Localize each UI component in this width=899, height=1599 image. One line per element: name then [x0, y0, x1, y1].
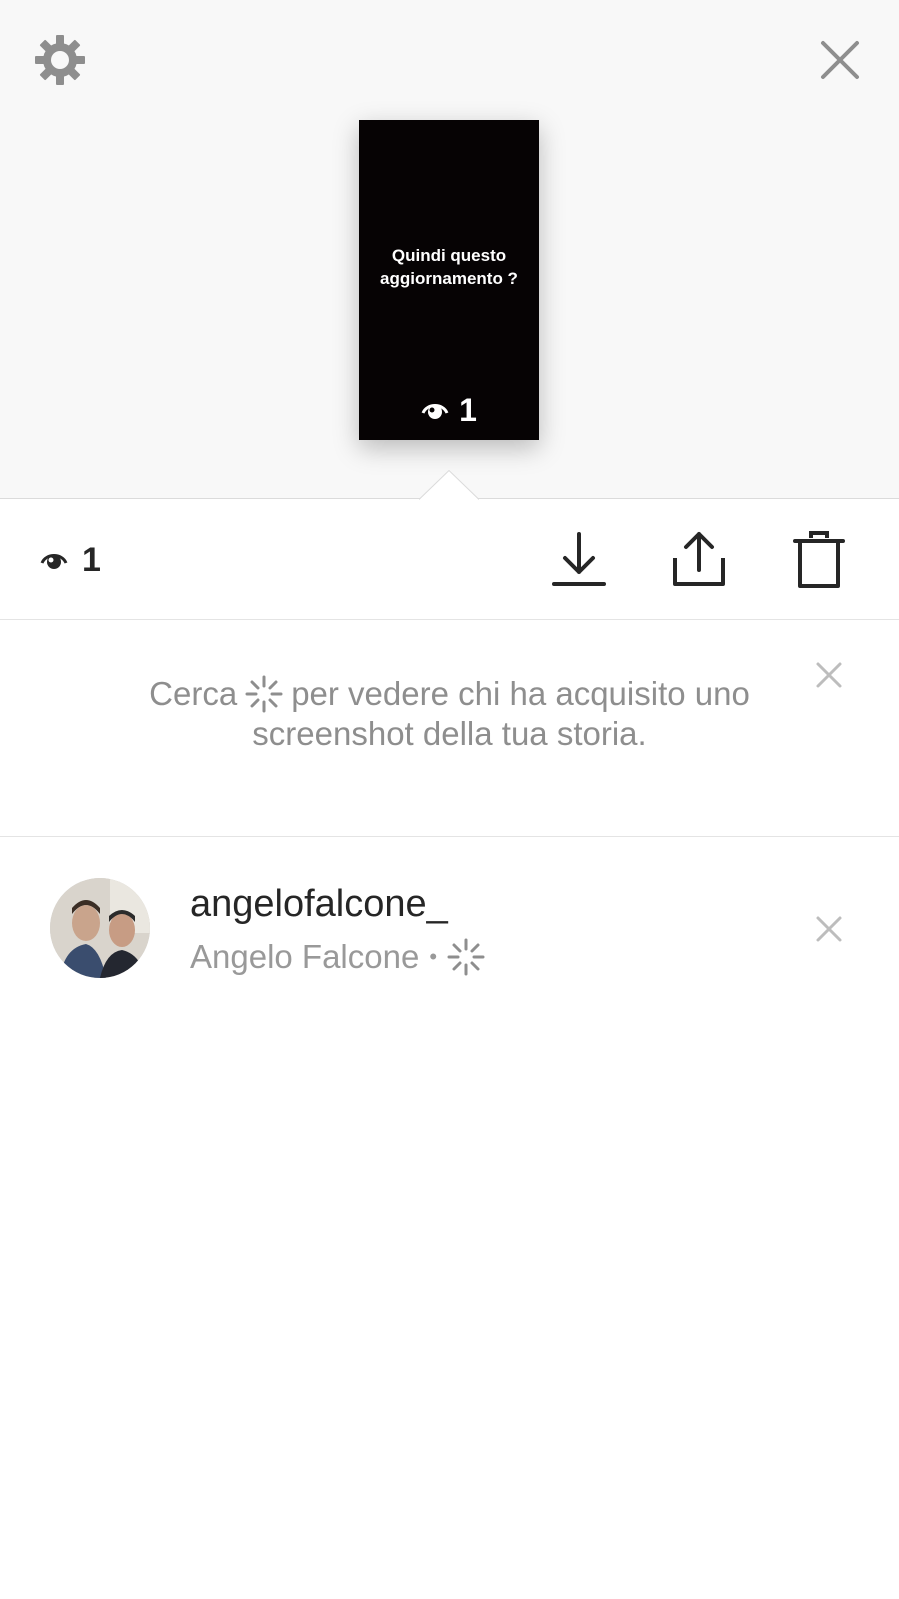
eye-icon — [40, 554, 68, 569]
info-text-before: Cerca — [149, 675, 238, 712]
settings-gear-icon[interactable] — [33, 33, 87, 87]
screenshot-starburst-icon — [447, 938, 485, 976]
story-thumbnail[interactable]: Quindi questo aggiornamento ? 1 — [359, 120, 539, 440]
story-view-count: 1 — [459, 391, 477, 428]
screenshot-info-banner: Cerca per vedere chi ha acquisito uno sc… — [0, 621, 899, 837]
story-view-counter: 1 — [359, 390, 539, 430]
views-count-label: 1 — [82, 540, 101, 579]
separator-dot: • — [429, 944, 438, 969]
screenshot-info-text: Cerca per vedere chi ha acquisito uno sc… — [100, 674, 799, 754]
remove-viewer-icon[interactable] — [815, 915, 843, 943]
trash-icon[interactable] — [789, 530, 849, 590]
eye-icon — [421, 404, 449, 419]
close-icon[interactable] — [820, 40, 860, 80]
story-actions-bar: 1 — [0, 500, 899, 620]
avatar-photo — [50, 878, 150, 978]
story-caption: Quindi questo aggiornamento ? — [380, 246, 518, 288]
viewer-full-name: Angelo Falcone — [190, 938, 420, 975]
screenshot-starburst-icon — [245, 675, 283, 713]
avatar[interactable] — [50, 878, 150, 978]
story-preview-area: Quindi questo aggiornamento ? 1 — [0, 0, 899, 500]
viewer-row[interactable]: angelofalcone_ Angelo Falcone • — [0, 838, 899, 988]
share-icon[interactable] — [669, 530, 729, 590]
viewer-fullname-line: Angelo Falcone • — [190, 938, 485, 976]
viewers-count[interactable]: 1 — [40, 540, 101, 580]
dismiss-banner-icon[interactable] — [815, 661, 843, 689]
download-icon[interactable] — [549, 530, 609, 590]
selection-pointer — [419, 470, 479, 500]
viewer-username[interactable]: angelofalcone_ — [190, 883, 448, 926]
info-text-after: per vedere chi ha acquisito uno screensh… — [252, 675, 750, 752]
